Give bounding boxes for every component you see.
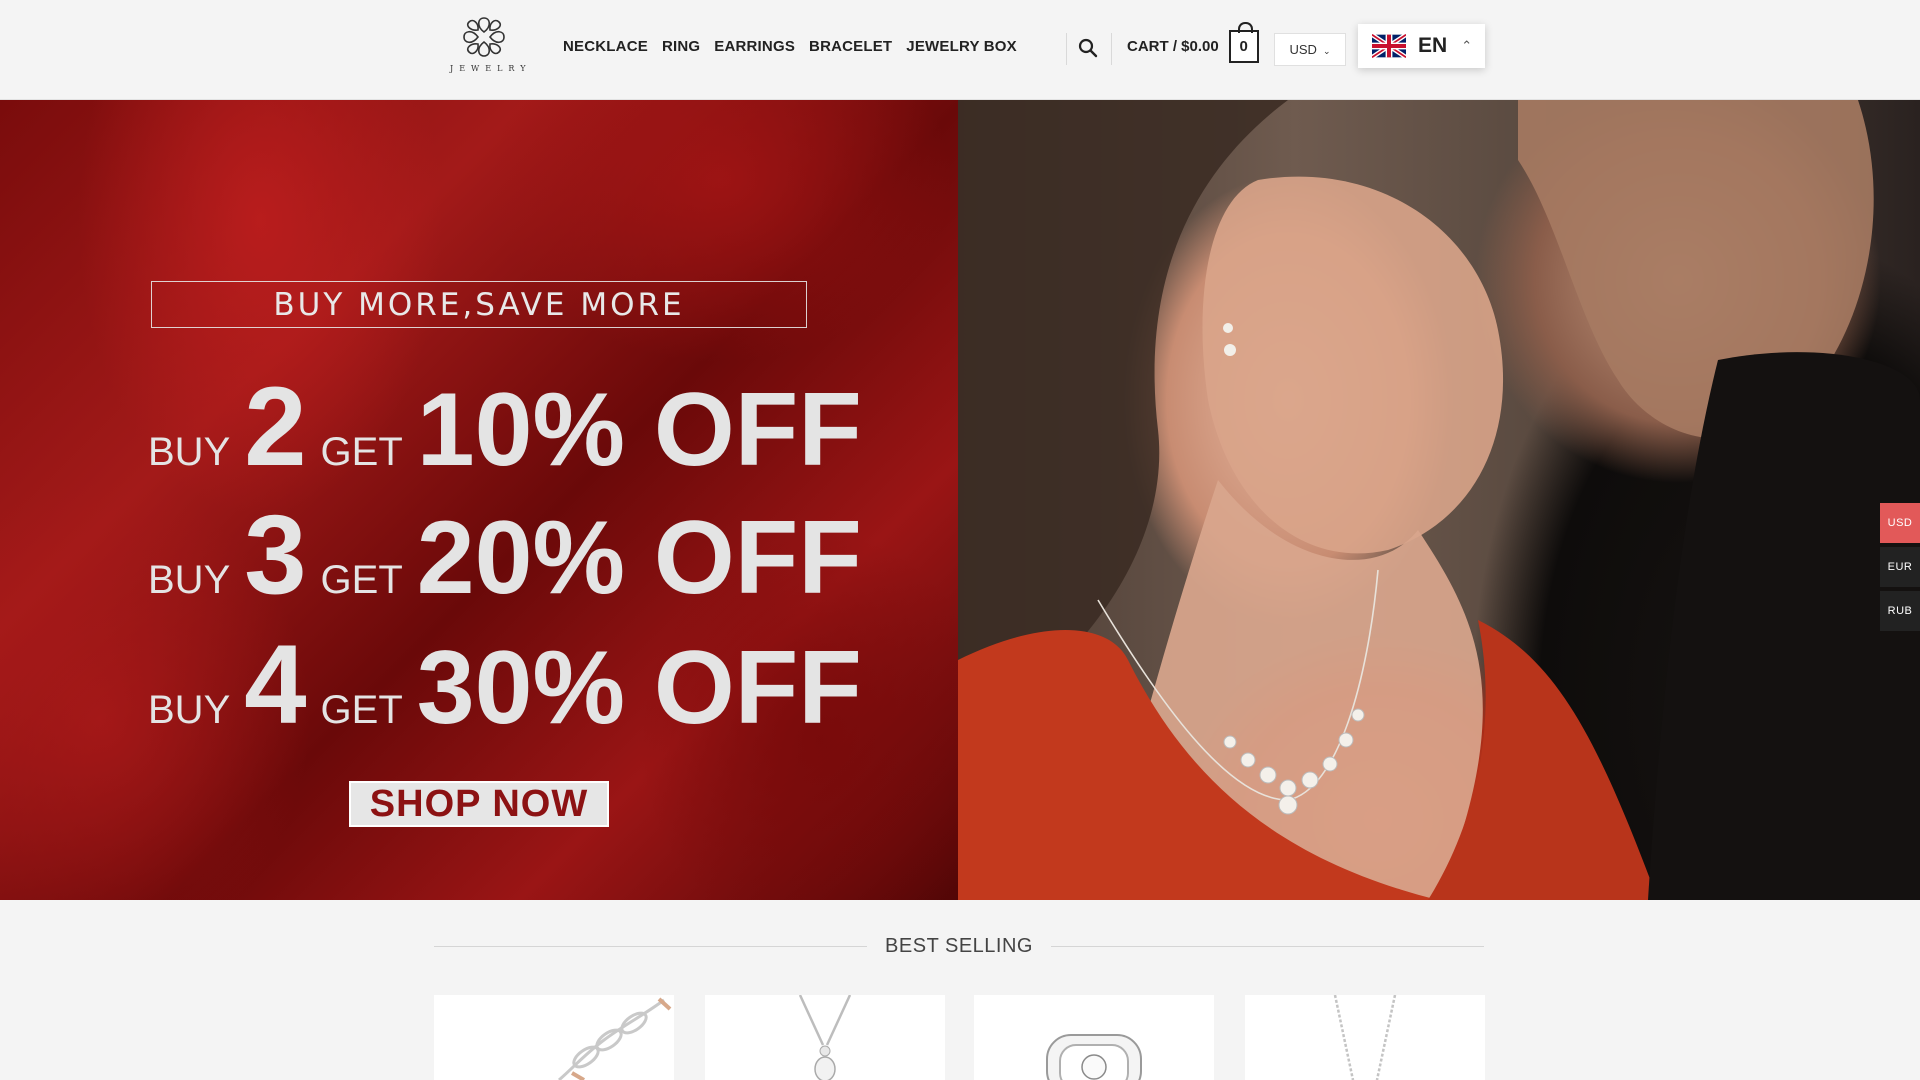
- promo-title: BUY MORE,SAVE MORE: [273, 286, 685, 323]
- side-currency-eur[interactable]: EUR: [1880, 547, 1920, 587]
- product-card-chain-necklace[interactable]: [1245, 995, 1485, 1080]
- offer-get-text: GET: [320, 430, 403, 474]
- search-button[interactable]: [1078, 38, 1100, 60]
- cart-button[interactable]: CART / $0.00 0: [1127, 22, 1259, 63]
- shop-now-button[interactable]: SHOP NOW: [349, 781, 609, 827]
- offer-buy-text: BUY: [148, 688, 231, 732]
- offer-quantity: 4: [244, 622, 307, 747]
- nav-item-ring[interactable]: RING: [662, 38, 700, 55]
- logo-mark-icon: [463, 17, 505, 57]
- offer-discount: 20% OFF: [416, 500, 862, 616]
- currency-select-value: USD: [1289, 42, 1317, 57]
- currency-select[interactable]: USD ⌄: [1274, 33, 1346, 66]
- offer-discount: 10% OFF: [416, 372, 862, 488]
- search-icon: [1078, 38, 1098, 58]
- halo-ring-image: [1046, 1034, 1142, 1080]
- best-selling-heading: BEST SELLING: [434, 934, 1485, 957]
- offer-line: BUY 4 GET 30% OFF: [148, 620, 862, 749]
- offer-get-text: GET: [320, 558, 403, 602]
- product-card-ring[interactable]: [974, 995, 1214, 1080]
- offer-buy-text: BUY: [148, 558, 231, 602]
- pendant-necklace-image: [798, 995, 852, 1080]
- product-card-necklace[interactable]: [705, 995, 945, 1080]
- side-currency-usd[interactable]: USD: [1880, 503, 1920, 543]
- hero-banner[interactable]: BUY MORE,SAVE MORE BUY 2 GET 10% OFF BUY…: [0, 100, 1920, 900]
- offer-quantity: 3: [244, 492, 307, 617]
- nav-item-jewelry-box[interactable]: JEWELRY BOX: [906, 38, 1017, 55]
- section-divider: [1050, 945, 1485, 947]
- brand-logo-text: JEWELRY: [450, 64, 532, 73]
- cart-label: CART / $0.00: [1127, 38, 1219, 55]
- chain-necklace-image: [1333, 995, 1397, 1080]
- offer-quantity: 2: [244, 364, 307, 489]
- chevron-down-icon: ⌄: [1322, 45, 1331, 56]
- offer-line: BUY 2 GET 10% OFF: [148, 362, 862, 491]
- product-card-bracelet[interactable]: [434, 995, 674, 1080]
- offer-get-text: GET: [320, 688, 403, 732]
- offer-discount: 30% OFF: [416, 630, 862, 746]
- chevron-up-icon: ⌃: [1461, 38, 1473, 53]
- nav-item-necklace[interactable]: NECKLACE: [563, 38, 648, 55]
- site-header: JEWELRY NECKLACE RING EARRINGS BRACELET …: [0, 0, 1920, 100]
- offer-line: BUY 3 GET 20% OFF: [148, 490, 862, 619]
- cart-count-badge: 0: [1228, 22, 1259, 63]
- promo-title-box: BUY MORE,SAVE MORE: [151, 281, 807, 328]
- bracelet-image: [558, 997, 672, 1080]
- offer-buy-text: BUY: [148, 430, 231, 474]
- hero-couple-image: [958, 100, 1920, 900]
- shop-now-label: SHOP NOW: [369, 782, 589, 825]
- nav-item-earrings[interactable]: EARRINGS: [714, 38, 795, 55]
- section-divider: [434, 945, 868, 947]
- main-nav: NECKLACE RING EARRINGS BRACELET JEWELRY …: [563, 38, 1017, 55]
- uk-flag-icon: [1372, 34, 1406, 58]
- brand-logo[interactable]: JEWELRY: [444, 14, 532, 82]
- hero-photo: [958, 100, 1920, 900]
- nav-item-bracelet[interactable]: BRACELET: [809, 38, 892, 55]
- language-select-value: EN: [1418, 34, 1448, 57]
- header-divider: [1111, 33, 1112, 65]
- header-divider: [1066, 33, 1067, 65]
- language-select[interactable]: EN ⌃: [1358, 24, 1485, 68]
- section-title: BEST SELLING: [885, 934, 1033, 957]
- side-currency-rub[interactable]: RUB: [1880, 591, 1920, 631]
